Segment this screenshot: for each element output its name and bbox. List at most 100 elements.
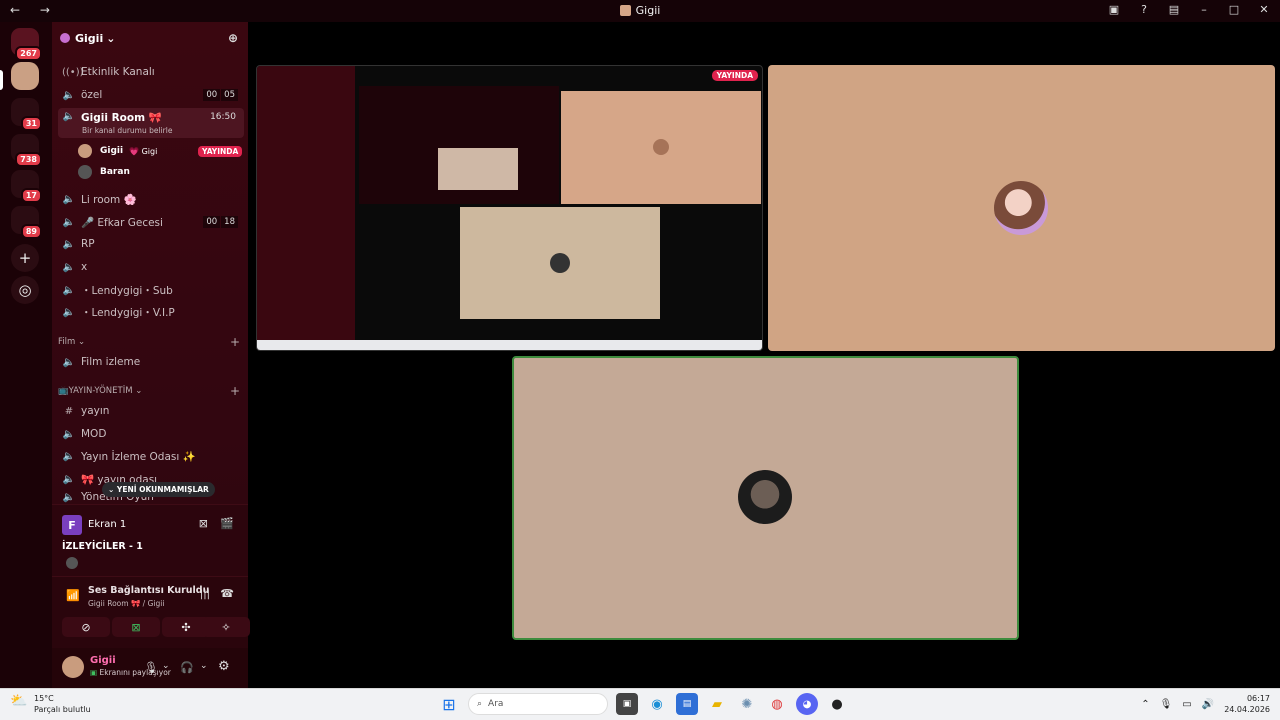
store-icon[interactable]: ▤ [676,693,698,715]
share-screen-icon: ⊠ [131,620,141,634]
channel-film-izleme[interactable]: 🔈 Film izleme [58,352,244,372]
system-tray: ⌃ 🎙 ▭ 🔊 06:17 24.04.2026 [1141,693,1270,715]
voice-member[interactable]: Gigii 💗 Gigi YAYINDA [78,142,243,160]
settings-icon[interactable]: ✺ [736,693,758,715]
speaker-icon: 🔈 [62,216,76,228]
camera-tile-baran[interactable] [512,356,1019,640]
channel-label: x [81,261,88,273]
screen-icon[interactable]: ▣ [1106,3,1122,16]
soundboard-button[interactable]: ✧ [202,617,250,637]
screen-share-tile[interactable]: YAYINDA [256,65,763,351]
task-view-icon[interactable]: ▣ [616,693,638,715]
camera-off-button[interactable]: ⊘ [62,617,110,637]
channel-label: Gigii Room 🎀 [81,112,162,124]
voice-member[interactable]: Baran [78,163,130,181]
close-icon[interactable]: ✕ [1256,3,1272,16]
taskbar-apps: ⊞ ⌕ Ara ▣ ◉ ▤ ▰ ✺ ◍ ◕ ● [438,693,848,715]
gear-icon[interactable]: ⚙ [218,659,230,674]
edge-icon[interactable]: ◉ [646,693,668,715]
channel-yayin-izleme[interactable]: 🔈 Yayın İzleme Odası ✨ [58,446,244,466]
guild-header[interactable]: Gigii ⌄ ⊕ [52,22,248,54]
weather-icon: ⛅ [10,693,28,709]
call-stage: YAYINDA [250,22,1280,688]
headphones-icon[interactable]: 🎧 [180,661,194,674]
search-input[interactable]: ⌕ Ara [468,693,608,715]
disconnect-icon[interactable]: ☎ [220,587,234,600]
avatar[interactable] [62,656,84,678]
search-icon: ⌕ [477,699,483,709]
new-unreads-button[interactable]: ⌄ YENİ OKUNMAMIŞLAR [102,482,215,497]
home-button[interactable]: 267 [11,28,42,61]
server-folder-2[interactable]: 738 [11,134,42,167]
chevron-up-icon[interactable]: ⌃ [1141,699,1149,710]
channel-label: Etkinlik Kanalı [81,66,155,78]
chrome-icon[interactable]: ◍ [766,693,788,715]
speaker-icon: 🔈 [62,306,76,318]
server-folder-3[interactable]: 17 [11,170,42,203]
speaker-icon: 🔈 [62,261,76,273]
weather-widget[interactable]: ⛅ 15°C Parçalı bulutlu [10,693,91,715]
server-folder-1[interactable]: 31 [11,98,42,131]
obs-icon[interactable]: ● [826,693,848,715]
folder-icon[interactable]: ▰ [706,693,728,715]
microphone-icon[interactable]: 🎙 [144,661,158,674]
minimize-icon[interactable]: – [1196,3,1212,16]
channel-li-room[interactable]: 🔈 Li room 🌸 [58,189,244,209]
home-badge: 267 [15,46,42,61]
noise-suppression-icon[interactable]: ||| [200,589,210,600]
server-gigii[interactable] [11,62,39,90]
channel-sub[interactable]: 🔈 ・Lendygigi・Sub [58,280,244,300]
stop-share-icon[interactable]: ⊠ [199,517,208,530]
channel-status[interactable]: Bir kanal durumu belirle [82,126,172,135]
viewer-avatar[interactable] [66,557,78,569]
voice-location[interactable]: Gigii Room 🎀 / Gigii [88,599,164,608]
channel-etkinlik[interactable]: ((•)) Etkinlik Kanalı [58,62,244,82]
channel-mod[interactable]: 🔈 MOD [58,424,244,444]
clock[interactable]: 06:17 24.04.2026 [1224,693,1270,715]
avatar [994,181,1048,235]
title-bar: ← → Gigii ▣ ? ▤ – □ ✕ [0,0,1280,22]
activities-icon: ✣ [181,620,191,634]
start-icon[interactable]: ⊞ [438,693,460,715]
speaker-icon: 🔈 [62,193,76,205]
microphone-icon[interactable]: 🎙 [1160,699,1173,710]
voice-connection-panel: 📶 Ses Bağlantısı Kuruldu Gigii Room 🎀 / … [52,576,250,648]
category-film[interactable]: Film ⌄ + [58,335,244,349]
share-screen-button[interactable]: ⊠ [112,617,160,637]
user-name[interactable]: Gigii [90,655,116,666]
voice-status[interactable]: Ses Bağlantısı Kuruldu [88,585,209,596]
selected-pill [0,70,3,90]
channel-rp[interactable]: 🔈 RP [58,234,244,254]
add-channel-icon[interactable]: + [230,384,240,398]
camera-off-icon: ⊘ [81,620,91,634]
network-icon[interactable]: ▭ [1182,699,1191,710]
member-name: Gigii [100,146,124,156]
add-server-icon[interactable]: + [11,244,39,272]
soundboard-icon: ✧ [221,620,231,634]
chevron-down-icon[interactable]: ⌄ [162,661,170,671]
discord-icon[interactable]: ◕ [796,693,818,715]
volume-icon[interactable]: 🔊 [1202,699,1214,710]
category-yayin-yonetim[interactable]: 📺YAYIN-YÖNETİM ⌄ + [58,384,244,398]
server-folder-4[interactable]: 89 [11,206,42,239]
channel-ozel[interactable]: 🔈 özel 00 05 [58,85,244,105]
channel-label: Film izleme [81,356,141,368]
channel-x[interactable]: 🔈 x [58,257,244,277]
chevron-down-icon[interactable]: ⌄ [200,661,208,671]
channel-yayin[interactable]: # yayın [58,401,244,421]
add-member-icon[interactable]: ⊕ [228,31,238,45]
channel-efkar[interactable]: 🔈 🎤 Efkar Gecesi 00 18 [58,212,244,232]
nested-tile [438,148,518,190]
window-title: Gigii [0,4,1280,17]
help-icon[interactable]: ? [1136,3,1152,16]
channel-gigii-room[interactable]: 🔈 Gigii Room 🎀 16:50 Bir kanal durumu bel… [58,108,244,138]
channel-vip[interactable]: 🔈 ・Lendygigi・V.I.P [58,302,244,322]
signal-icon[interactable]: 📶 [66,589,80,602]
inbox-icon[interactable]: ▤ [1166,3,1182,16]
maximize-icon[interactable]: □ [1226,3,1242,16]
member-tag: 💗 Gigi [129,146,158,156]
camera-tile-gigii[interactable] [768,65,1275,351]
discover-icon[interactable]: ◎ [11,276,39,304]
clip-icon[interactable]: 🎬 [220,517,234,530]
add-channel-icon[interactable]: + [230,335,240,349]
